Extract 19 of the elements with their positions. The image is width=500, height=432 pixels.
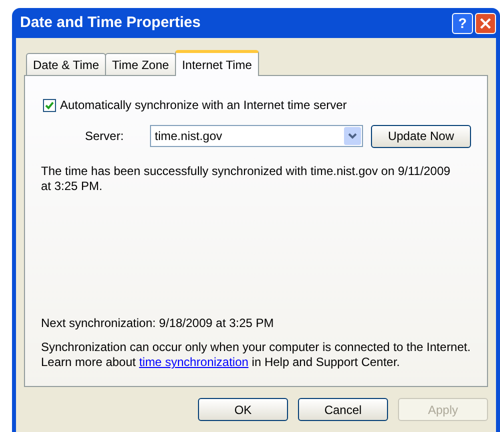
checkbox-label: Automatically synchronize with an Internet time server <box>60 97 347 114</box>
next-sync-text: Next synchronization: 9/18/2009 at 3:25 PM <box>41 315 275 332</box>
help-button[interactable]: ? <box>452 12 473 34</box>
help-link[interactable]: time synchronization <box>139 355 248 369</box>
tab[interactable]: Date & Time <box>26 53 106 75</box>
server-label: Server: <box>85 128 125 145</box>
status-message: The time has been successfully synchronized with time.nist.gov on 9/11/2009 at 3:25 PM. <box>41 164 452 194</box>
tab[interactable]: Time Zone <box>105 53 176 75</box>
help-text: Synchronization can occur only when your computer is connected to the Internet. Learn more about time synchronization in Help and Support Center. <box>41 340 472 370</box>
checkmark-icon <box>45 100 54 110</box>
checkbox[interactable] <box>43 98 56 112</box>
close-icon <box>480 18 491 28</box>
update-now-button[interactable]: Update Now <box>371 124 471 148</box>
window-title: Date and Time Properties <box>20 12 201 33</box>
tab[interactable]: Internet Time <box>174 50 259 76</box>
close-button[interactable] <box>475 12 496 34</box>
dialog-button[interactable]: OK <box>198 398 288 421</box>
server-dropdown[interactable]: time.nist.gov <box>150 125 363 147</box>
dialog-button[interactable]: Cancel <box>298 398 388 421</box>
